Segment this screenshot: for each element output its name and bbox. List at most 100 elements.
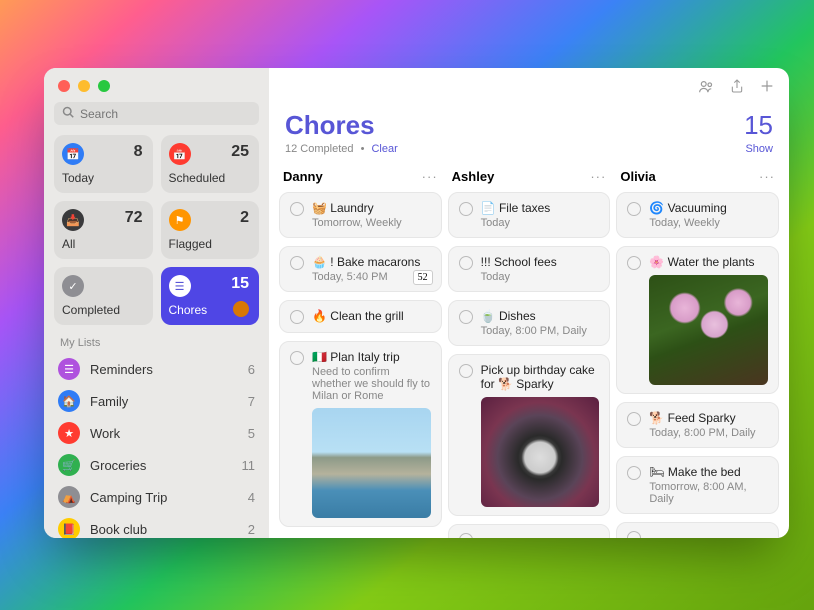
maximize-button[interactable] xyxy=(98,80,110,92)
reminder-card[interactable]: 🇮🇹 Plan Italy trip Need to confirm wheth… xyxy=(279,341,442,527)
main-content: Chores 15 12 Completed • Clear Show Dann… xyxy=(269,68,789,538)
column-ashley: Ashley ··· 📄 File taxes Today !!! School… xyxy=(448,165,611,538)
complete-toggle[interactable] xyxy=(459,364,473,378)
list-name: Book club xyxy=(90,522,238,537)
search-field[interactable] xyxy=(54,102,259,125)
list-title: Chores xyxy=(285,110,375,141)
list-row-camping-trip[interactable]: ⛺ Camping Trip 4 xyxy=(44,481,269,513)
reminder-card[interactable]: 🌸 Water the plants xyxy=(616,246,779,394)
smart-list-all[interactable]: 📥 72 All xyxy=(54,201,153,259)
window-controls xyxy=(44,68,269,102)
smart-list-icon: ⚑ xyxy=(169,209,191,231)
smart-list-count: 15 xyxy=(231,275,249,293)
reminder-card[interactable]: 📄 File taxes Today xyxy=(448,192,611,238)
list-name: Reminders xyxy=(90,362,238,377)
list-row-work[interactable]: ★ Work 5 xyxy=(44,417,269,449)
smart-list-scheduled[interactable]: 📅 25 Scheduled xyxy=(161,135,260,193)
smart-list-label: Flagged xyxy=(169,237,252,251)
list-row-family[interactable]: 🏠 Family 7 xyxy=(44,385,269,417)
new-reminder-placeholder[interactable] xyxy=(616,522,779,538)
reminder-title: !!! School fees xyxy=(481,255,600,269)
reminder-card[interactable]: 🍵 Dishes Today, 8:00 PM, Daily xyxy=(448,300,611,346)
close-button[interactable] xyxy=(58,80,70,92)
reminder-title: 🛏 Make the bed xyxy=(649,465,768,479)
reminder-image xyxy=(649,275,768,385)
completed-count: 12 Completed xyxy=(285,143,354,155)
smart-list-label: All xyxy=(62,237,145,251)
reminder-card[interactable]: 🔥 Clean the grill xyxy=(279,300,442,333)
complete-toggle[interactable] xyxy=(459,202,473,216)
share-icon[interactable] xyxy=(729,78,745,100)
smart-list-completed[interactable]: ✓ Completed xyxy=(54,267,153,325)
reminder-meta: Today, 8:00 PM, Daily xyxy=(649,427,768,439)
reminder-card[interactable]: 🐕 Feed Sparky Today, 8:00 PM, Daily xyxy=(616,402,779,448)
clear-button[interactable]: Clear xyxy=(371,143,397,155)
search-input[interactable] xyxy=(80,107,251,121)
list-row-book-club[interactable]: 📕 Book club 2 xyxy=(44,513,269,538)
column-owner: Olivia xyxy=(620,169,655,184)
complete-toggle[interactable] xyxy=(459,533,473,538)
complete-toggle[interactable] xyxy=(627,466,641,480)
list-count: 5 xyxy=(248,426,255,441)
reminder-card[interactable]: Pick up birthday cake for 🐕 Sparky xyxy=(448,354,611,516)
reminder-meta: Tomorrow, 8:00 AM, Daily xyxy=(649,481,768,505)
complete-toggle[interactable] xyxy=(290,310,304,324)
reminder-meta: Today xyxy=(481,271,600,283)
smart-list-flagged[interactable]: ⚑ 2 Flagged xyxy=(161,201,260,259)
complete-toggle[interactable] xyxy=(627,531,641,538)
reminder-meta: Today xyxy=(481,217,600,229)
list-count: 4 xyxy=(248,490,255,505)
smart-list-icon: ✓ xyxy=(62,275,84,297)
reminder-meta: Tomorrow, Weekly xyxy=(312,217,431,229)
complete-toggle[interactable] xyxy=(627,412,641,426)
reminder-title: 🧁 ! Bake macarons xyxy=(312,255,431,269)
collaborate-icon[interactable] xyxy=(697,78,715,100)
reminder-title: 🔥 Clean the grill xyxy=(312,309,431,323)
minimize-button[interactable] xyxy=(78,80,90,92)
my-lists-header: My Lists xyxy=(44,325,269,353)
column-header: Olivia ··· xyxy=(616,165,779,192)
list-header: Chores 15 xyxy=(269,110,789,141)
add-reminder-icon[interactable] xyxy=(759,78,775,100)
reminder-title: Pick up birthday cake for 🐕 Sparky xyxy=(481,363,600,391)
reminder-card[interactable]: 🧁 ! Bake macarons Today, 5:40 PM 52 xyxy=(279,246,442,292)
smart-list-icon: 📅 xyxy=(169,143,191,165)
reminder-title: 🌀 Vacuuming xyxy=(649,201,768,215)
sidebar: 📅 8 Today 📅 25 Scheduled 📥 72 All ⚑ 2 Fl… xyxy=(44,68,269,538)
column-header: Danny ··· xyxy=(279,165,442,192)
smart-list-label: Scheduled xyxy=(169,171,252,185)
complete-toggle[interactable] xyxy=(627,256,641,270)
column-olivia: Olivia ··· 🌀 Vacuuming Today, Weekly 🌸 W… xyxy=(616,165,779,538)
smart-list-label: Completed xyxy=(62,303,145,317)
column-owner: Ashley xyxy=(452,169,495,184)
smart-list-today[interactable]: 📅 8 Today xyxy=(54,135,153,193)
reminder-card[interactable]: !!! School fees Today xyxy=(448,246,611,292)
show-button[interactable]: Show xyxy=(745,143,773,155)
reminder-image xyxy=(481,397,600,507)
complete-toggle[interactable] xyxy=(459,310,473,324)
column-danny: Danny ··· 🧺 Laundry Tomorrow, Weekly 🧁 !… xyxy=(279,165,442,538)
new-reminder-placeholder[interactable] xyxy=(448,524,611,538)
list-row-reminders[interactable]: ☰ Reminders 6 xyxy=(44,353,269,385)
complete-toggle[interactable] xyxy=(290,202,304,216)
separator-dot: • xyxy=(361,143,365,155)
reminder-card[interactable]: 🛏 Make the bed Tomorrow, 8:00 AM, Daily xyxy=(616,456,779,514)
reminder-title: 🌸 Water the plants xyxy=(649,255,768,269)
column-menu-icon[interactable]: ··· xyxy=(422,169,438,184)
kanban-columns: Danny ··· 🧺 Laundry Tomorrow, Weekly 🧁 !… xyxy=(269,165,789,538)
list-row-groceries[interactable]: 🛒 Groceries 11 xyxy=(44,449,269,481)
list-icon: ★ xyxy=(58,422,80,444)
complete-toggle[interactable] xyxy=(290,351,304,365)
column-menu-icon[interactable]: ··· xyxy=(759,169,775,184)
complete-toggle[interactable] xyxy=(459,256,473,270)
reminder-card[interactable]: 🧺 Laundry Tomorrow, Weekly xyxy=(279,192,442,238)
list-icon: ⛺ xyxy=(58,486,80,508)
reminder-card[interactable]: 🌀 Vacuuming Today, Weekly xyxy=(616,192,779,238)
complete-toggle[interactable] xyxy=(627,202,641,216)
column-menu-icon[interactable]: ··· xyxy=(590,169,606,184)
search-icon xyxy=(62,106,74,121)
complete-toggle[interactable] xyxy=(290,256,304,270)
column-owner: Danny xyxy=(283,169,323,184)
list-count: 2 xyxy=(248,522,255,537)
smart-list-chores[interactable]: ☰ 15 Chores xyxy=(161,267,260,325)
